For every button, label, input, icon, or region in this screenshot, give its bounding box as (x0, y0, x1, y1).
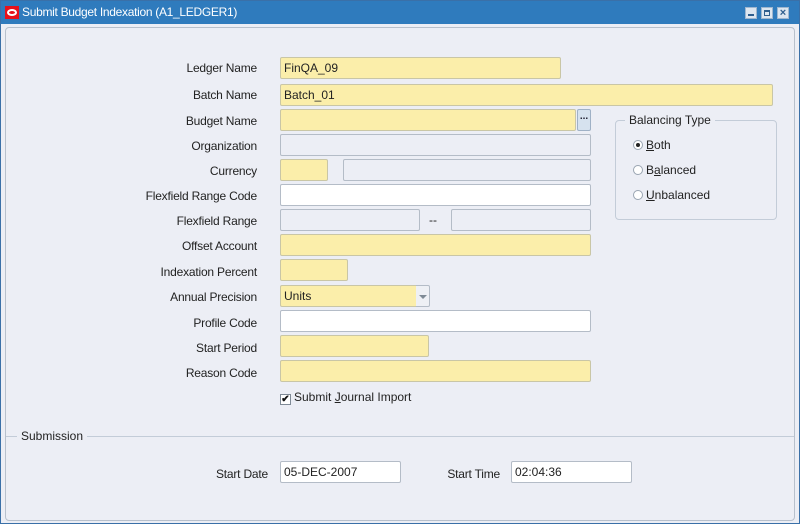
flexfield-range-label: Flexfield Range (176, 214, 258, 228)
radio-selected-icon[interactable] (633, 140, 643, 150)
batch-name-label: Batch Name (192, 88, 257, 102)
checkbox-label-pre: Submit (294, 390, 335, 404)
indexation-percent-label: Indexation Percent (160, 265, 258, 279)
radio-label-rest: nbalanced (654, 188, 711, 202)
currency-label: Currency (209, 164, 257, 178)
radio-label-rest: lanced (660, 163, 697, 177)
organization-label: Organization (191, 139, 257, 153)
start-period-label: Start Period (196, 341, 257, 355)
annual-precision-label: Annual Precision (170, 290, 257, 304)
profile-code-label: Profile Code (193, 316, 257, 330)
radio-label-mnemonic: a (654, 163, 661, 177)
balancing-type-title: Balancing Type (625, 113, 715, 127)
currency-description-field (343, 159, 591, 181)
budget-name-label: Budget Name (185, 114, 257, 128)
radio-balanced[interactable]: Balanced (633, 163, 696, 177)
reason-code-label: Reason Code (185, 366, 257, 380)
checkbox-label-post: ournal Import (340, 390, 412, 404)
flexfield-range-code-field[interactable] (280, 184, 591, 206)
flexfield-range-code-label: Flexfield Range Code (145, 189, 258, 203)
radio-unbalanced[interactable]: Unbalanced (633, 188, 710, 202)
flexfield-range-separator: -- (429, 213, 437, 227)
minimize-button[interactable] (745, 7, 757, 19)
radio-label-mnemonic: B (646, 138, 655, 152)
oracle-logo-icon (5, 6, 19, 19)
checkbox-checked-icon[interactable]: ✔ (280, 394, 291, 405)
reason-code-field[interactable] (280, 360, 591, 382)
organization-field[interactable] (280, 134, 591, 156)
start-date-label: Start Date (215, 467, 268, 481)
submission-separator (6, 436, 794, 437)
offset-account-label: Offset Account (181, 239, 257, 253)
submit-journal-import-checkbox[interactable]: ✔ Submit Journal Import (280, 390, 411, 405)
title-bar[interactable]: Submit Budget Indexation (A1_LEDGER1) × (1, 1, 799, 24)
close-button[interactable]: × (777, 7, 789, 19)
ledger-name-label: Ledger Name (186, 61, 257, 75)
maximize-button[interactable] (761, 7, 773, 19)
batch-name-field[interactable]: Batch_01 (280, 84, 773, 106)
flexfield-range-to-field[interactable] (451, 209, 591, 231)
radio-label-rest: oth (654, 138, 671, 152)
radio-label-pre: B (646, 163, 655, 177)
window-title: Submit Budget Indexation (A1_LEDGER1) (22, 5, 238, 19)
start-time-field[interactable]: 02:04:36 (511, 461, 632, 483)
radio-unselected-icon[interactable] (633, 190, 643, 200)
annual-precision-select[interactable]: Units (280, 285, 416, 307)
start-period-field[interactable] (280, 335, 429, 357)
budget-indexation-window: Submit Budget Indexation (A1_LEDGER1) × … (0, 0, 800, 524)
ledger-name-field[interactable]: FinQA_09 (280, 57, 561, 79)
currency-field[interactable] (280, 159, 328, 181)
radio-unselected-icon[interactable] (633, 165, 643, 175)
budget-name-field[interactable] (280, 109, 576, 131)
radio-label-mnemonic: U (646, 188, 655, 202)
budget-name-lov-button[interactable]: ... (577, 109, 591, 131)
indexation-percent-field[interactable] (280, 259, 348, 281)
submission-title: Submission (17, 429, 88, 443)
flexfield-range-from-field[interactable] (280, 209, 420, 231)
profile-code-field[interactable] (280, 310, 591, 332)
start-time-label: Start Time (447, 467, 500, 481)
offset-account-field[interactable] (280, 234, 591, 256)
chevron-down-icon[interactable] (416, 285, 430, 307)
radio-both[interactable]: Both (633, 138, 671, 152)
start-date-field[interactable]: 05-DEC-2007 (280, 461, 401, 483)
